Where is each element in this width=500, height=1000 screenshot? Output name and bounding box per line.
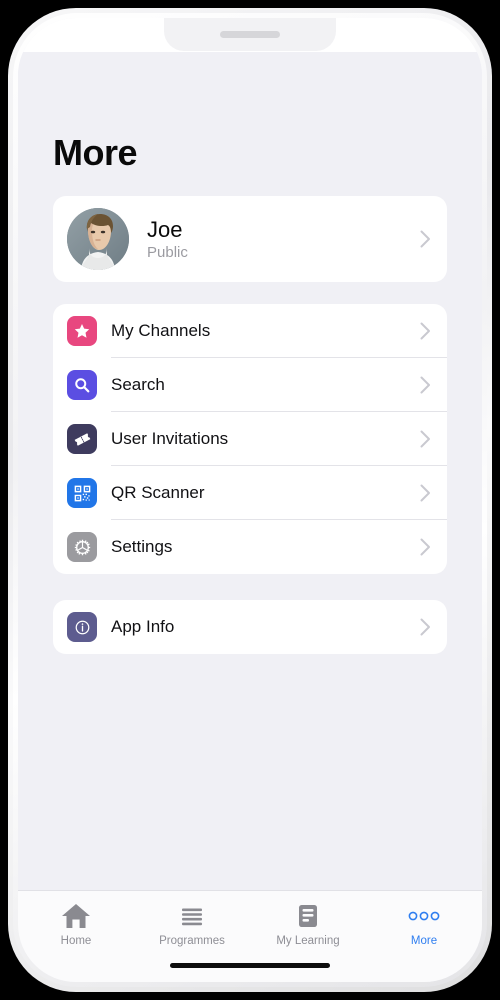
app-content: More Joe Public My Channels Search User … [18, 52, 482, 982]
info-icon [67, 612, 97, 642]
tab-label: More [410, 935, 438, 947]
menu-item-qr-scanner[interactable]: QR Scanner [53, 466, 447, 520]
menu-item-label: QR Scanner [111, 483, 205, 502]
tab-label: Home [60, 935, 92, 947]
avatar [67, 208, 129, 270]
qr-code-icon [67, 478, 97, 508]
tab-more[interactable]: More [366, 900, 482, 947]
phone-frame: More Joe Public My Channels Search User … [8, 8, 492, 992]
tab-programmes[interactable]: Programmes [134, 900, 250, 947]
chevron-right-icon [420, 430, 430, 448]
profile-subtitle: Public [147, 244, 188, 262]
chevron-right-icon [420, 538, 430, 556]
chevron-right-icon [420, 230, 430, 248]
profile-row[interactable]: Joe Public [53, 196, 447, 282]
menu-card-primary: My Channels Search User Invitations QR S… [53, 304, 447, 574]
document-icon [296, 900, 320, 932]
list-lines-icon [179, 900, 205, 932]
ticket-icon [67, 424, 97, 454]
star-icon [67, 316, 97, 346]
tab-home[interactable]: Home [18, 900, 134, 947]
tab-label: My Learning [276, 935, 340, 947]
menu-item-settings[interactable]: Settings [53, 520, 447, 574]
speaker-grille-icon [220, 31, 280, 38]
phone-notch [164, 18, 336, 51]
home-icon [61, 900, 91, 932]
menu-item-user-invitations[interactable]: User Invitations [53, 412, 447, 466]
chevron-right-icon [420, 484, 430, 502]
tab-bar: Home Programmes My Learning More [18, 890, 482, 982]
menu-item-search[interactable]: Search [53, 358, 447, 412]
menu-card-secondary: App Info [53, 600, 447, 654]
chevron-right-icon [420, 322, 430, 340]
phone-frame-band: More Joe Public My Channels Search User … [13, 13, 487, 987]
menu-item-label: My Channels [111, 321, 211, 340]
menu-item-label: App Info [111, 617, 175, 636]
tab-label: Programmes [159, 935, 225, 947]
three-dots-icon [407, 900, 441, 932]
profile-card: Joe Public [53, 196, 447, 282]
search-icon [67, 370, 97, 400]
phone-screen: More Joe Public My Channels Search User … [18, 18, 482, 982]
profile-name: Joe [147, 216, 183, 242]
menu-item-label: Search [111, 375, 165, 394]
tab-my-learning[interactable]: My Learning [250, 900, 366, 947]
gear-icon [67, 532, 97, 562]
menu-item-label: User Invitations [111, 429, 229, 448]
home-indicator-bar[interactable] [170, 963, 330, 968]
chevron-right-icon [420, 618, 430, 636]
menu-item-my-channels[interactable]: My Channels [53, 304, 447, 358]
profile-text: Joe Public [147, 217, 420, 261]
menu-item-app-info[interactable]: App Info [53, 600, 447, 654]
menu-item-label: Settings [111, 537, 173, 556]
chevron-right-icon [420, 376, 430, 394]
page-title: More [53, 132, 138, 173]
